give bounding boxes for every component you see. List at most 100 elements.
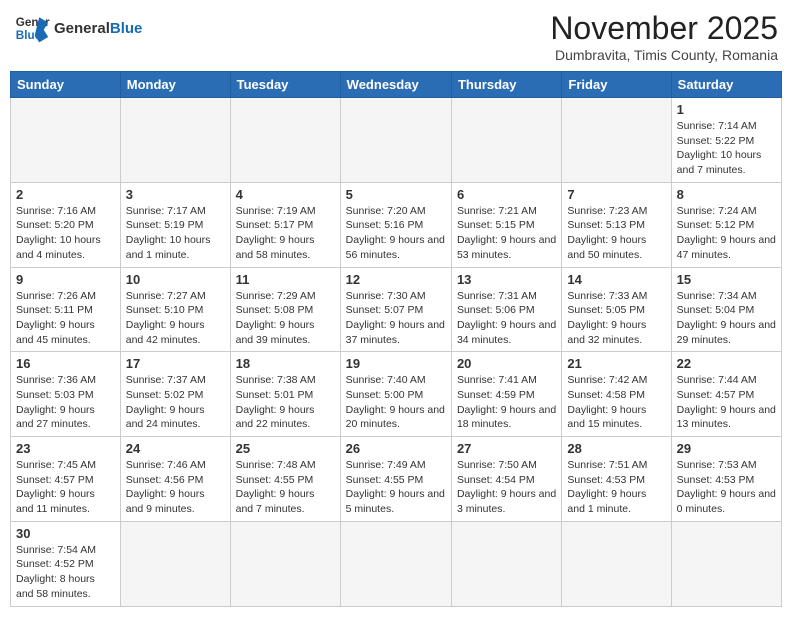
day-info: Sunrise: 7:30 AM Sunset: 5:07 PM Dayligh… bbox=[346, 289, 446, 348]
col-friday: Friday bbox=[562, 72, 671, 98]
table-row: 30 Sunrise: 7:54 AM Sunset: 4:52 PM Dayli… bbox=[11, 521, 121, 606]
month-title: November 2025 bbox=[550, 10, 778, 47]
table-row bbox=[230, 98, 340, 183]
table-row: 13 Sunrise: 7:31 AM Sunset: 5:06 PM Dayli… bbox=[451, 267, 561, 352]
col-sunday: Sunday bbox=[11, 72, 121, 98]
day-info: Sunrise: 7:19 AM Sunset: 5:17 PM Dayligh… bbox=[236, 204, 335, 263]
day-number: 7 bbox=[567, 187, 665, 202]
day-info: Sunrise: 7:29 AM Sunset: 5:08 PM Dayligh… bbox=[236, 289, 335, 348]
day-number: 2 bbox=[16, 187, 115, 202]
table-row: 28 Sunrise: 7:51 AM Sunset: 4:53 PM Dayli… bbox=[562, 437, 671, 522]
day-info: Sunrise: 7:31 AM Sunset: 5:06 PM Dayligh… bbox=[457, 289, 556, 348]
table-row bbox=[120, 521, 230, 606]
day-number: 18 bbox=[236, 356, 335, 371]
day-info: Sunrise: 7:40 AM Sunset: 5:00 PM Dayligh… bbox=[346, 373, 446, 432]
table-row: 27 Sunrise: 7:50 AM Sunset: 4:54 PM Dayli… bbox=[451, 437, 561, 522]
day-number: 4 bbox=[236, 187, 335, 202]
table-row: 25 Sunrise: 7:48 AM Sunset: 4:55 PM Dayli… bbox=[230, 437, 340, 522]
day-number: 10 bbox=[126, 272, 225, 287]
table-row: 12Sunrise: 7:30 AM Sunset: 5:07 PM Dayli… bbox=[340, 267, 451, 352]
day-info: Sunrise: 7:41 AM Sunset: 4:59 PM Dayligh… bbox=[457, 373, 556, 432]
calendar-week-row: 2 Sunrise: 7:16 AM Sunset: 5:20 PM Daylig… bbox=[11, 182, 782, 267]
calendar-week-row: 30 Sunrise: 7:54 AM Sunset: 4:52 PM Dayli… bbox=[11, 521, 782, 606]
table-row bbox=[11, 98, 121, 183]
day-number: 22 bbox=[677, 356, 776, 371]
col-thursday: Thursday bbox=[451, 72, 561, 98]
table-row bbox=[562, 98, 671, 183]
day-number: 29 bbox=[677, 441, 776, 456]
table-row: 23 Sunrise: 7:45 AM Sunset: 4:57 PM Dayli… bbox=[11, 437, 121, 522]
calendar-week-row: 23 Sunrise: 7:45 AM Sunset: 4:57 PM Dayli… bbox=[11, 437, 782, 522]
day-info: Sunrise: 7:16 AM Sunset: 5:20 PM Dayligh… bbox=[16, 204, 115, 263]
table-row bbox=[230, 521, 340, 606]
table-row: 11Sunrise: 7:29 AM Sunset: 5:08 PM Dayli… bbox=[230, 267, 340, 352]
table-row: 15 Sunrise: 7:34 AM Sunset: 5:04 PM Dayli… bbox=[671, 267, 781, 352]
day-number: 17 bbox=[126, 356, 225, 371]
table-row: 26 Sunrise: 7:49 AM Sunset: 4:55 PM Dayli… bbox=[340, 437, 451, 522]
col-wednesday: Wednesday bbox=[340, 72, 451, 98]
day-number: 26 bbox=[346, 441, 446, 456]
table-row: 2 Sunrise: 7:16 AM Sunset: 5:20 PM Daylig… bbox=[11, 182, 121, 267]
day-number: 20 bbox=[457, 356, 556, 371]
table-row: 7 Sunrise: 7:23 AM Sunset: 5:13 PM Daylig… bbox=[562, 182, 671, 267]
title-block: November 2025 Dumbravita, Timis County, … bbox=[550, 10, 778, 63]
day-number: 6 bbox=[457, 187, 556, 202]
day-number: 23 bbox=[16, 441, 115, 456]
day-number: 28 bbox=[567, 441, 665, 456]
day-info: Sunrise: 7:45 AM Sunset: 4:57 PM Dayligh… bbox=[16, 458, 115, 517]
table-row: 29 Sunrise: 7:53 AM Sunset: 4:53 PM Dayli… bbox=[671, 437, 781, 522]
table-row: 22Sunrise: 7:44 AM Sunset: 4:57 PM Dayli… bbox=[671, 352, 781, 437]
day-info: Sunrise: 7:36 AM Sunset: 5:03 PM Dayligh… bbox=[16, 373, 115, 432]
calendar-week-row: 1 Sunrise: 7:14 AM Sunset: 5:22 PM Daylig… bbox=[11, 98, 782, 183]
calendar-table: Sunday Monday Tuesday Wednesday Thursday… bbox=[10, 71, 782, 607]
day-info: Sunrise: 7:48 AM Sunset: 4:55 PM Dayligh… bbox=[236, 458, 335, 517]
day-info: Sunrise: 7:38 AM Sunset: 5:01 PM Dayligh… bbox=[236, 373, 335, 432]
table-row: 17 Sunrise: 7:37 AM Sunset: 5:02 PM Dayli… bbox=[120, 352, 230, 437]
day-info: Sunrise: 7:54 AM Sunset: 4:52 PM Dayligh… bbox=[16, 543, 115, 602]
day-info: Sunrise: 7:37 AM Sunset: 5:02 PM Dayligh… bbox=[126, 373, 225, 432]
table-row bbox=[120, 98, 230, 183]
table-row: 24Sunrise: 7:46 AM Sunset: 4:56 PM Dayli… bbox=[120, 437, 230, 522]
table-row: 3 Sunrise: 7:17 AM Sunset: 5:19 PM Daylig… bbox=[120, 182, 230, 267]
table-row: 6Sunrise: 7:21 AM Sunset: 5:15 PM Daylig… bbox=[451, 182, 561, 267]
day-number: 21 bbox=[567, 356, 665, 371]
table-row: 19 Sunrise: 7:40 AM Sunset: 5:00 PM Dayli… bbox=[340, 352, 451, 437]
day-info: Sunrise: 7:53 AM Sunset: 4:53 PM Dayligh… bbox=[677, 458, 776, 517]
logo-general-text: GeneralBlue bbox=[54, 20, 142, 37]
day-info: Sunrise: 7:51 AM Sunset: 4:53 PM Dayligh… bbox=[567, 458, 665, 517]
day-info: Sunrise: 7:23 AM Sunset: 5:13 PM Dayligh… bbox=[567, 204, 665, 263]
day-info: Sunrise: 7:24 AM Sunset: 5:12 PM Dayligh… bbox=[677, 204, 776, 263]
table-row: 1 Sunrise: 7:14 AM Sunset: 5:22 PM Daylig… bbox=[671, 98, 781, 183]
day-number: 24 bbox=[126, 441, 225, 456]
day-number: 5 bbox=[346, 187, 446, 202]
day-info: Sunrise: 7:50 AM Sunset: 4:54 PM Dayligh… bbox=[457, 458, 556, 517]
day-info: Sunrise: 7:34 AM Sunset: 5:04 PM Dayligh… bbox=[677, 289, 776, 348]
day-number: 15 bbox=[677, 272, 776, 287]
table-row: 5Sunrise: 7:20 AM Sunset: 5:16 PM Daylig… bbox=[340, 182, 451, 267]
table-row: 20 Sunrise: 7:41 AM Sunset: 4:59 PM Dayli… bbox=[451, 352, 561, 437]
day-info: Sunrise: 7:14 AM Sunset: 5:22 PM Dayligh… bbox=[677, 119, 776, 178]
table-row: 8Sunrise: 7:24 AM Sunset: 5:12 PM Daylig… bbox=[671, 182, 781, 267]
table-row: 10 Sunrise: 7:27 AM Sunset: 5:10 PM Dayli… bbox=[120, 267, 230, 352]
day-number: 27 bbox=[457, 441, 556, 456]
table-row bbox=[451, 521, 561, 606]
logo: General Blue GeneralBlue bbox=[14, 10, 142, 46]
day-number: 16 bbox=[16, 356, 115, 371]
day-number: 3 bbox=[126, 187, 225, 202]
day-number: 19 bbox=[346, 356, 446, 371]
location: Dumbravita, Timis County, Romania bbox=[550, 47, 778, 63]
page-header: General Blue GeneralBlue November 2025 D… bbox=[10, 10, 782, 63]
day-info: Sunrise: 7:49 AM Sunset: 4:55 PM Dayligh… bbox=[346, 458, 446, 517]
table-row: 21 Sunrise: 7:42 AM Sunset: 4:58 PM Dayli… bbox=[562, 352, 671, 437]
day-info: Sunrise: 7:17 AM Sunset: 5:19 PM Dayligh… bbox=[126, 204, 225, 263]
day-number: 25 bbox=[236, 441, 335, 456]
calendar-week-row: 16 Sunrise: 7:36 AM Sunset: 5:03 PM Dayli… bbox=[11, 352, 782, 437]
day-number: 1 bbox=[677, 102, 776, 117]
day-info: Sunrise: 7:27 AM Sunset: 5:10 PM Dayligh… bbox=[126, 289, 225, 348]
day-number: 13 bbox=[457, 272, 556, 287]
day-info: Sunrise: 7:42 AM Sunset: 4:58 PM Dayligh… bbox=[567, 373, 665, 432]
col-saturday: Saturday bbox=[671, 72, 781, 98]
day-info: Sunrise: 7:26 AM Sunset: 5:11 PM Dayligh… bbox=[16, 289, 115, 348]
table-row bbox=[340, 98, 451, 183]
day-number: 30 bbox=[16, 526, 115, 541]
